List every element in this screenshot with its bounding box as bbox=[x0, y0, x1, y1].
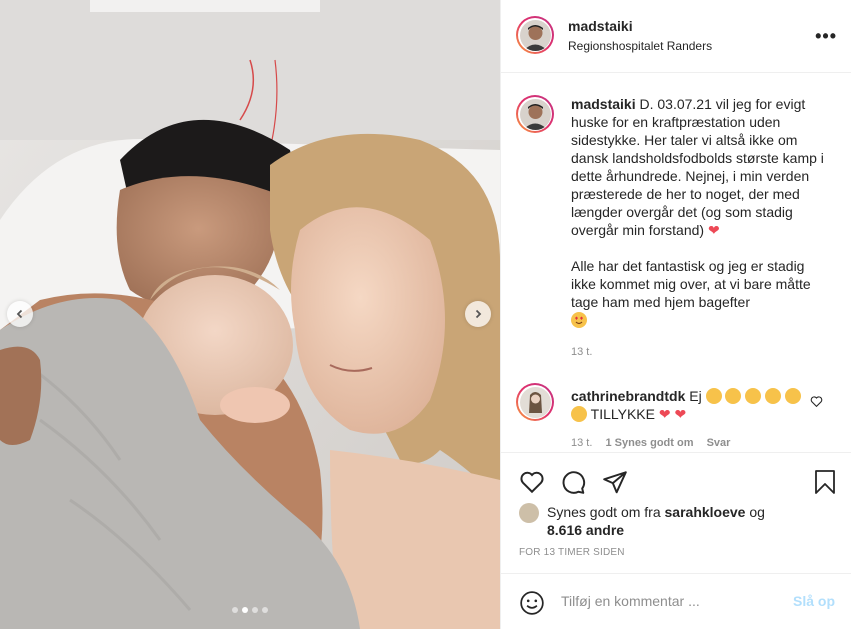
save-bookmark-icon[interactable] bbox=[813, 469, 837, 495]
post-actions: Synes godt om fra sarahkloeve og 8.616 a… bbox=[501, 452, 851, 630]
caption-text-1: D. 03.07.21 vil jeg for evigt huske for … bbox=[571, 96, 824, 238]
comment-text-2: TILLYKKE bbox=[590, 406, 655, 422]
caption-time[interactable]: 13 t. bbox=[571, 343, 833, 361]
comment-bubble-icon[interactable] bbox=[560, 469, 586, 495]
comment-text-1: Ej bbox=[689, 388, 702, 404]
liker-username[interactable]: sarahkloeve bbox=[665, 504, 746, 520]
header-text: madstaiki Regionshospitalet Randers bbox=[568, 18, 712, 53]
carousel-indicator bbox=[0, 607, 500, 613]
carousel-dot bbox=[232, 607, 238, 613]
post-location[interactable]: Regionshospitalet Randers bbox=[568, 39, 712, 53]
post-sidebar: madstaiki Regionshospitalet Randers ••• … bbox=[500, 0, 851, 629]
add-comment-bar: Slå op bbox=[501, 573, 851, 631]
share-paper-plane-icon[interactable] bbox=[602, 469, 628, 495]
avatar[interactable] bbox=[516, 16, 554, 54]
caption: madstaiki D. 03.07.21 vil jeg for evigt … bbox=[571, 95, 833, 361]
comment-time[interactable]: 13 t. bbox=[571, 437, 592, 449]
post-photo[interactable] bbox=[0, 0, 500, 629]
chevron-left-icon bbox=[16, 309, 23, 319]
comment: cathrinebrandtdk Ej TILLYKKE ❤ ❤ bbox=[571, 387, 811, 423]
photo-illustration bbox=[0, 0, 500, 629]
heart-eyes-emoji-icon bbox=[571, 312, 587, 328]
carousel-next-button[interactable] bbox=[465, 301, 491, 327]
profile-photo-icon bbox=[519, 19, 551, 51]
comment-likes[interactable]: 1 Synes godt om bbox=[605, 437, 693, 449]
post-comment-button[interactable]: Slå op bbox=[793, 593, 835, 609]
profile-photo-icon bbox=[519, 386, 551, 418]
liker-avatar[interactable] bbox=[519, 503, 539, 523]
profile-photo-icon bbox=[519, 98, 551, 130]
carousel-dot bbox=[262, 607, 268, 613]
caption-avatar[interactable] bbox=[516, 95, 554, 133]
red-heart-emoji-icon: ❤ bbox=[707, 222, 720, 238]
like-heart-icon[interactable] bbox=[519, 469, 545, 495]
likes-count[interactable]: 8.616 andre bbox=[547, 522, 624, 538]
carousel-prev-button[interactable] bbox=[7, 301, 33, 327]
comment-meta: 13 t. 1 Synes godt om Svar bbox=[571, 437, 730, 449]
likes-summary: Synes godt om fra sarahkloeve og 8.616 a… bbox=[519, 503, 797, 539]
chevron-right-icon bbox=[475, 309, 482, 319]
post-header: madstaiki Regionshospitalet Randers ••• bbox=[501, 0, 851, 73]
carousel-dot-active bbox=[242, 607, 248, 613]
more-options-icon[interactable]: ••• bbox=[815, 26, 837, 47]
reply-button[interactable]: Svar bbox=[707, 437, 731, 449]
comment-input[interactable] bbox=[559, 592, 763, 610]
likes-and: og bbox=[749, 504, 765, 520]
caption-username[interactable]: madstaiki bbox=[571, 96, 636, 112]
emoji-smiley-icon[interactable] bbox=[519, 590, 545, 616]
caption-text-2: Alle har det fantastisk og jeg er stadig… bbox=[571, 258, 811, 310]
comments-section: madstaiki D. 03.07.21 vil jeg for evigt … bbox=[501, 73, 851, 453]
comment-like-heart-icon[interactable] bbox=[810, 395, 823, 408]
comment-avatar[interactable] bbox=[516, 383, 554, 421]
comment-username[interactable]: cathrinebrandtdk bbox=[571, 388, 685, 404]
post-timestamp[interactable]: FOR 13 TIMER SIDEN bbox=[519, 547, 625, 558]
red-heart-emoji-icon: ❤ ❤ bbox=[658, 406, 687, 422]
likes-prefix: Synes godt om fra bbox=[547, 504, 661, 520]
carousel-dot bbox=[252, 607, 258, 613]
post-username[interactable]: madstaiki bbox=[568, 18, 712, 34]
instagram-post: madstaiki Regionshospitalet Randers ••• … bbox=[0, 0, 851, 629]
